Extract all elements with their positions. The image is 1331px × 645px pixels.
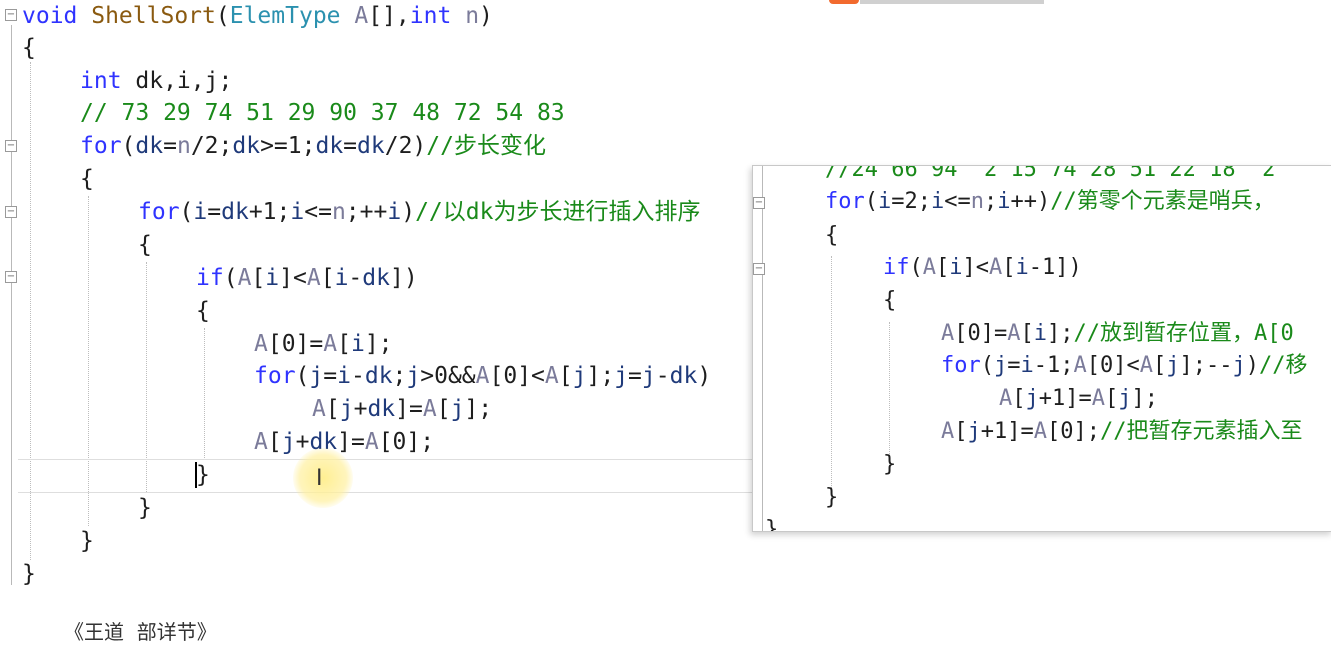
code-line[interactable]: A[0]=A[i]; [254,328,393,360]
text-caret [195,462,197,488]
code-line[interactable]: for(i=2;i<=n;i++)//第零个元素是哨兵， [825,186,1275,218]
code-line[interactable]: { [80,163,94,195]
indent-guide [146,262,147,492]
code-line[interactable]: for(j=i-dk;j>0&&A[0]<A[j];j=j-dk) [254,360,711,392]
orange-shape [829,0,859,4]
code-editor[interactable]: − − − − void ShellSort(ElemType A[],int … [0,0,1331,644]
mouse-highlight [293,448,353,508]
fold-toggle-icon[interactable]: − [5,206,17,218]
code-comment[interactable]: //24 66 94 2 15 74 28 51 22 18 2 [825,166,1275,186]
code-line[interactable]: void ShellSort(ElemType A[],int n) [22,0,493,32]
code-line[interactable]: A[j+dk]=A[0]; [254,426,434,458]
fold-toggle-icon[interactable]: − [5,9,17,21]
top-bar [860,0,1044,4]
code-line[interactable]: if(A[i]<A[i-1]) [883,252,1082,284]
code-line[interactable]: { [22,32,36,64]
fold-toggle-icon[interactable]: − [5,271,17,283]
code-popup-window[interactable]: − − //24 66 94 2 15 74 28 51 22 18 2 for… [752,165,1331,532]
code-line[interactable]: A[j+1]=A[j]; [999,383,1158,415]
code-comment[interactable]: // 73 29 74 51 29 90 37 48 72 54 83 [80,97,565,129]
code-line[interactable]: A[0]=A[i];//放到暂存位置，A[0 [941,318,1294,350]
code-line[interactable]: } [80,525,94,557]
code-line[interactable]: A[j+dk]=A[j]; [312,393,492,425]
fold-toggle-icon[interactable]: − [5,140,17,152]
code-line[interactable]: int dk,i,j; [80,65,232,97]
code-line[interactable]: for(j=i-1;A[0]<A[j];--j)//移 [941,350,1307,382]
code-line[interactable]: } [825,482,838,514]
code-line[interactable]: if(A[i]<A[i-dk]) [196,262,418,294]
code-line[interactable]: } [22,558,36,590]
code-line[interactable]: { [883,285,896,317]
code-line[interactable]: { [196,295,210,327]
code-line[interactable]: for(i=dk+1;i<=n;++i)//以dk为步长进行插入排序 [138,196,700,228]
fold-margin-line [11,25,12,585]
fold-toggle-icon[interactable]: − [753,197,765,209]
code-line[interactable]: for(dk=n/2;dk>=1;dk=dk/2)//步长变化 [80,130,546,162]
code-line[interactable]: A[j+1]=A[0];//把暂存元素插入至 [941,416,1302,448]
code-line[interactable]: } [765,514,778,531]
code-line[interactable]: { [138,229,152,261]
code-line[interactable]: } [883,449,896,481]
ibeam-cursor-icon: I [316,466,323,491]
fold-toggle-icon[interactable]: − [753,263,765,275]
bottom-text: 《王道 部详节》 [64,620,217,644]
code-line[interactable]: } [196,459,210,491]
code-line[interactable]: } [138,492,152,524]
indent-guide [831,256,832,506]
code-line[interactable]: { [825,220,838,252]
fold-margin-line [762,166,763,531]
current-line-highlight [18,459,758,493]
indent-guide [204,328,205,458]
